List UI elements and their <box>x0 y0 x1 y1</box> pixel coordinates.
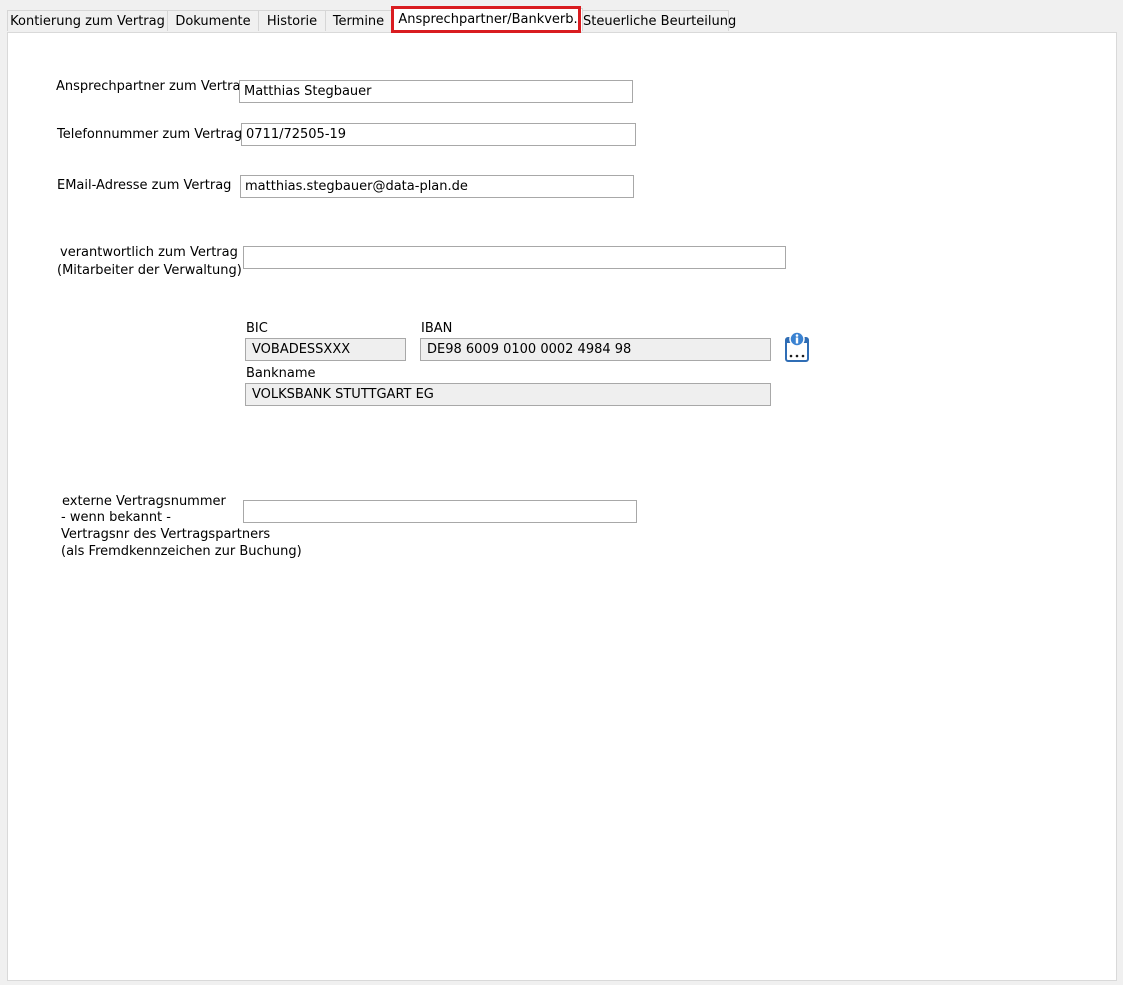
bankname-field <box>245 383 771 406</box>
phone-label: Telefonnummer zum Vertrag <box>57 127 243 142</box>
email-input[interactable] <box>240 175 634 198</box>
tab-termine[interactable]: Termine <box>325 10 392 31</box>
external-label-line4: (als Fremdkennzeichen zur Buchung) <box>61 544 302 559</box>
responsible-label-line1: verantwortlich zum Vertrag <box>60 245 238 260</box>
iban-label: IBAN <box>421 321 453 336</box>
bankname-label: Bankname <box>246 366 316 381</box>
bic-field <box>245 338 406 361</box>
external-contract-number-input[interactable] <box>243 500 637 523</box>
window: Kontierung zum Vertrag Dokumente Histori… <box>0 0 1123 985</box>
tab-ansprechpartner-bankverb[interactable]: Ansprechpartner/Bankverb. <box>393 8 583 31</box>
tab-dokumente[interactable]: Dokumente <box>167 10 259 31</box>
tab-steuerliche-beurteilung[interactable]: Steuerliche Beurteilung <box>582 10 736 31</box>
contact-input[interactable] <box>239 80 633 103</box>
email-label: EMail-Adresse zum Vertrag <box>57 178 232 193</box>
phone-input[interactable] <box>241 123 636 146</box>
bank-info-icon[interactable] <box>784 330 810 362</box>
iban-field <box>420 338 771 361</box>
external-label-line3: Vertragsnr des Vertragspartners <box>61 527 271 542</box>
responsible-label-line2: (Mitarbeiter der Verwaltung) <box>57 263 242 278</box>
contact-label: Ansprechpartner zum Vertrag <box>56 79 249 94</box>
responsible-input[interactable] <box>243 246 786 269</box>
external-label-line2: - wenn bekannt - <box>61 510 171 525</box>
bic-label: BIC <box>246 321 268 336</box>
tab-kontierung[interactable]: Kontierung zum Vertrag <box>7 10 168 31</box>
tab-historie[interactable]: Historie <box>258 10 326 31</box>
